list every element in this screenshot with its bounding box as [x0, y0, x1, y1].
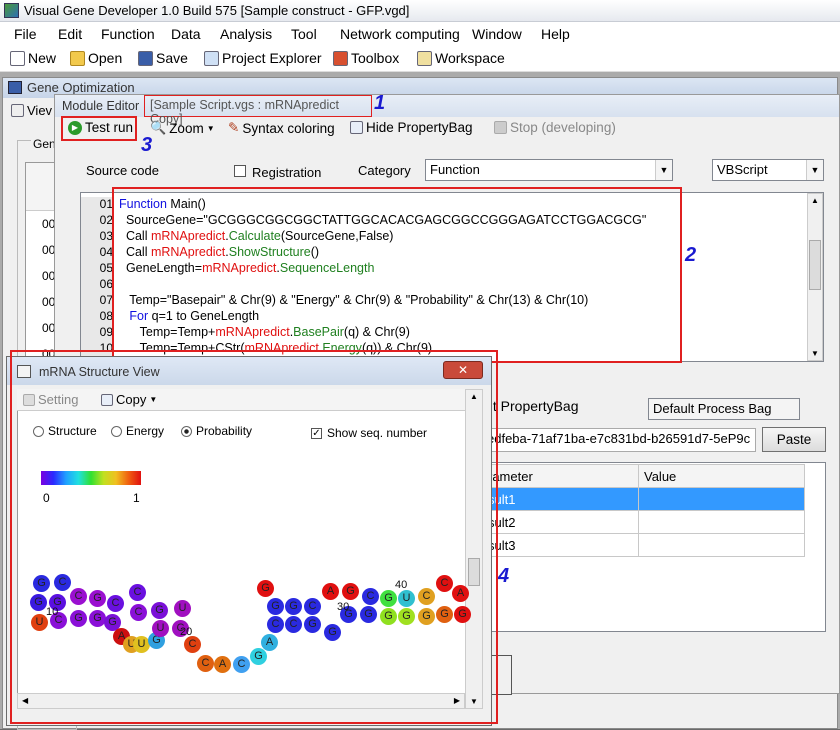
- table-cell[interactable]: [638, 533, 805, 557]
- table-cell[interactable]: [638, 510, 805, 534]
- new-file-icon: [10, 50, 25, 66]
- script-name: [Sample Script.vgs : mRNApredict Copy]: [144, 95, 372, 126]
- annotation-3: 3: [141, 134, 153, 156]
- window-icon: [8, 81, 22, 94]
- view-button[interactable]: Viev: [11, 103, 52, 118]
- menu-edit[interactable]: Edit: [58, 26, 82, 42]
- annotation-2: 2: [685, 244, 697, 266]
- column-header-parameter[interactable]: rameter: [482, 464, 639, 488]
- test-run-button[interactable]: ▶ Test run: [68, 120, 133, 135]
- view-icon: [11, 104, 24, 117]
- line-number: 07: [81, 293, 113, 309]
- line-number: 05: [81, 261, 113, 277]
- scroll-thumb[interactable]: [809, 240, 821, 290]
- language-select[interactable]: VBScript ▼: [712, 159, 824, 181]
- save-button[interactable]: Save: [138, 50, 188, 66]
- workspace-icon: [417, 50, 432, 66]
- table-row[interactable]: sult2: [482, 510, 639, 534]
- chevron-down-icon: ▼: [655, 160, 672, 180]
- syntax-coloring-button[interactable]: ✎ Syntax coloring: [228, 120, 335, 136]
- hide-propertybag-button[interactable]: Hide PropertyBag: [350, 120, 473, 135]
- scroll-up-icon: ▲: [811, 196, 819, 205]
- line-number: 03: [81, 229, 113, 245]
- stop-button[interactable]: Stop (developing): [494, 120, 616, 135]
- project-explorer-icon: [204, 50, 219, 66]
- menu-data[interactable]: Data: [171, 26, 201, 42]
- stop-icon: [494, 121, 507, 134]
- toolbox-button[interactable]: Toolbox: [333, 50, 399, 66]
- registration-checkbox[interactable]: [234, 165, 246, 177]
- category-label: Category: [358, 163, 411, 178]
- play-icon: ▶: [68, 120, 82, 135]
- line-number: 08: [81, 309, 113, 325]
- code-highlight: [112, 187, 682, 363]
- main-toolbar: New Open Save Project Explorer Toolbox W…: [0, 46, 840, 72]
- magnifier-icon: 🔍: [150, 120, 167, 135]
- workspace-button[interactable]: Workspace: [417, 50, 505, 66]
- menu-network-computing[interactable]: Network computing: [340, 26, 460, 42]
- line-number: 09: [81, 325, 113, 341]
- menu-function[interactable]: Function: [101, 26, 155, 42]
- title-bar: Visual Gene Developer 1.0 Build 575 [Sam…: [0, 0, 840, 22]
- line-number: 06: [81, 277, 113, 293]
- line-number: 04: [81, 245, 113, 261]
- line-number: 02: [81, 213, 113, 229]
- brush-icon: ✎: [228, 120, 240, 135]
- guid-field[interactable]: edfeba-71af71ba-e7c831bd-b26591d7-5eP9c: [482, 428, 756, 452]
- project-explorer-button[interactable]: Project Explorer: [204, 50, 322, 66]
- annotation-1: 1: [374, 92, 386, 114]
- folder-icon: [70, 50, 85, 66]
- menu-bar: File Edit Function Data Analysis Tool Ne…: [0, 22, 840, 46]
- structure-view-highlight: [10, 350, 498, 724]
- new-button[interactable]: New: [10, 50, 56, 66]
- line-number: 01: [81, 197, 113, 213]
- chevron-down-icon: ▼: [806, 160, 823, 180]
- gene-window-title: Gene Optimization: [27, 80, 135, 95]
- module-editor-caption: Module Editor [Sample Script.vgs : mRNAp…: [55, 95, 839, 126]
- bag-name-field[interactable]: Default Process Bag: [648, 398, 800, 420]
- floppy-disk-icon: [138, 50, 153, 66]
- code-scrollbar[interactable]: ▲ ▼: [807, 193, 823, 361]
- registration-label: Registration: [252, 165, 322, 180]
- table-row[interactable]: sult3: [482, 533, 639, 557]
- module-editor-title: Module Editor: [62, 99, 140, 113]
- menu-file[interactable]: File: [14, 26, 37, 42]
- source-code-label: Source code: [86, 163, 159, 178]
- zoom-button[interactable]: 🔍 Zoom ▼: [150, 120, 215, 136]
- menu-help[interactable]: Help: [541, 26, 570, 42]
- table-row[interactable]: sult1: [482, 487, 639, 511]
- propertybag-icon: [350, 121, 363, 134]
- annotation-4: 4: [498, 565, 510, 587]
- table-cell[interactable]: [638, 487, 805, 511]
- window-title: Visual Gene Developer 1.0 Build 575 [Sam…: [24, 3, 410, 18]
- menu-analysis[interactable]: Analysis: [220, 26, 272, 42]
- category-select[interactable]: Function ▼: [425, 159, 673, 181]
- toolbox-icon: [333, 50, 348, 66]
- open-button[interactable]: Open: [70, 50, 122, 66]
- property-table: rameter Value sult1 sult2 sult3: [482, 464, 805, 557]
- app-icon: [4, 3, 19, 18]
- column-header-value[interactable]: Value: [638, 464, 805, 488]
- menu-tool[interactable]: Tool: [291, 26, 317, 42]
- chevron-down-icon: ▼: [206, 123, 215, 133]
- menu-window[interactable]: Window: [472, 26, 522, 42]
- scroll-down-icon: ▼: [811, 349, 819, 358]
- paste-button[interactable]: Paste: [762, 427, 826, 452]
